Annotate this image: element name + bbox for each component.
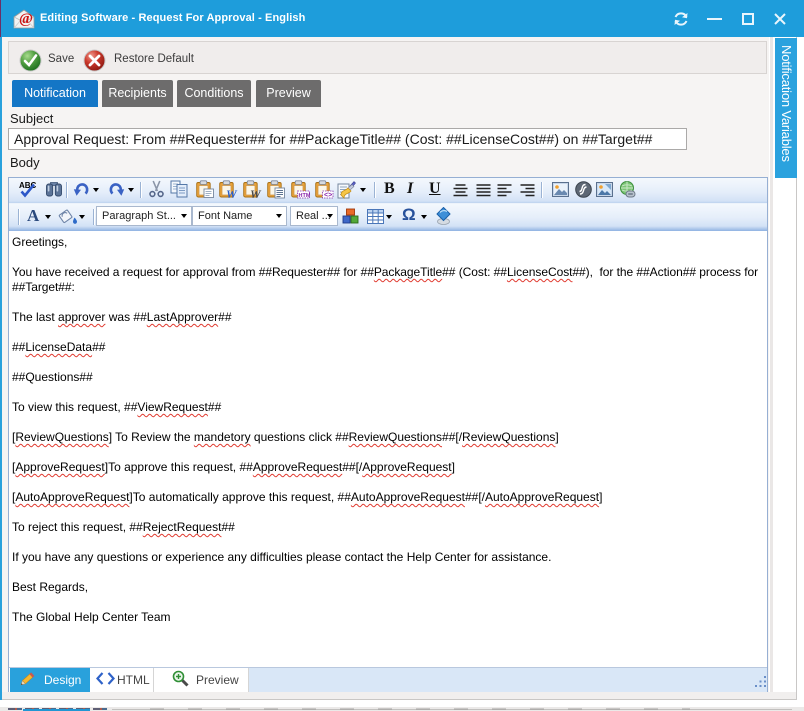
svg-text:W: W: [250, 187, 262, 199]
svg-text:<>: <>: [324, 192, 332, 199]
svg-text:@: @: [19, 11, 33, 27]
svg-text:W: W: [226, 187, 238, 199]
svg-text:HTML: HTML: [299, 193, 311, 199]
